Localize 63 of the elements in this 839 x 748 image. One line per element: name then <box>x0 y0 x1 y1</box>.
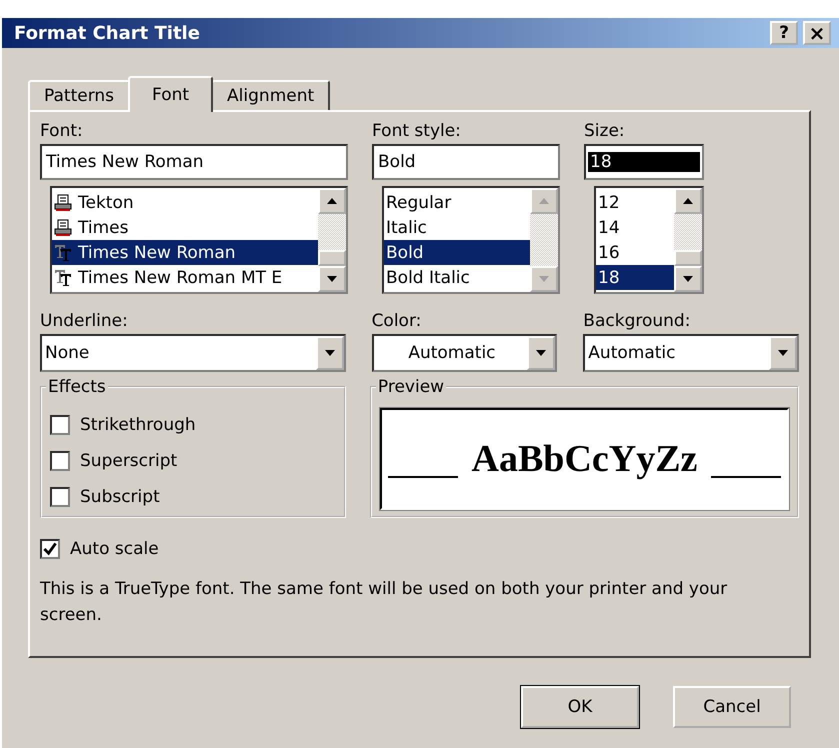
down-arrow-icon <box>539 276 549 282</box>
list-box[interactable]: Tekton Times Times New Roman Times New Roman MT E <box>50 186 348 294</box>
field-label: Underline: <box>40 310 129 332</box>
list-item[interactable]: 14 <box>596 215 674 240</box>
field-label: Background: <box>583 310 692 332</box>
close-button[interactable]: × <box>803 21 831 45</box>
tab[interactable]: Font <box>128 76 214 112</box>
list-item[interactable]: Italic <box>384 215 530 240</box>
preview-sample: AaBbCcYyZz <box>472 437 698 481</box>
scroll-up-button[interactable] <box>318 188 346 214</box>
window-title: Format Chart Title <box>14 22 200 44</box>
checkbox[interactable] <box>50 451 70 471</box>
scrollbar[interactable] <box>674 188 702 292</box>
info-text: This is a TrueType font. The same font will be used on both your printer and your screen. <box>40 578 728 627</box>
dropdown[interactable]: Automatic <box>372 334 558 372</box>
list-item[interactable]: Tekton <box>52 190 318 215</box>
checkbox[interactable] <box>50 487 70 507</box>
truetype-font-icon <box>54 268 72 286</box>
field-label: Font: <box>40 120 84 142</box>
checkbox[interactable] <box>40 539 60 559</box>
checkbox-label[interactable]: Strikethrough <box>80 415 196 435</box>
list-item[interactable]: 18 <box>596 265 674 290</box>
checkbox-label[interactable]: Superscript <box>80 451 178 471</box>
printer-font-icon <box>54 218 72 236</box>
scroll-down-button[interactable] <box>674 266 702 292</box>
printer-font-icon <box>54 194 72 212</box>
down-arrow-icon <box>327 276 337 282</box>
tab[interactable]: Patterns <box>28 80 130 110</box>
dropdown[interactable]: None <box>40 334 346 372</box>
scrollbar[interactable] <box>318 188 346 292</box>
list-item[interactable]: 16 <box>596 240 674 265</box>
ok-button[interactable]: OK <box>521 686 639 728</box>
field-label: Color: <box>372 310 422 332</box>
scroll-down-button[interactable] <box>318 266 346 292</box>
help-button[interactable]: ? <box>770 21 798 45</box>
checkbox-label[interactable]: Auto scale <box>70 539 159 559</box>
up-arrow-icon <box>683 198 693 204</box>
up-arrow-icon <box>539 198 549 204</box>
up-arrow-icon <box>327 198 337 204</box>
truetype-font-icon <box>54 244 72 262</box>
text-field[interactable]: Times New Roman <box>40 144 348 180</box>
list-box[interactable]: 12 14 16 18 <box>594 186 704 294</box>
scroll-thumb[interactable] <box>674 250 702 266</box>
list-item[interactable]: 12 <box>596 190 674 215</box>
list-box[interactable]: Regular Italic Bold Bold Italic <box>382 186 560 294</box>
scroll-up-button[interactable] <box>674 188 702 214</box>
down-arrow-icon <box>683 276 693 282</box>
list-item[interactable]: Times New Roman MT E <box>52 265 318 290</box>
tab[interactable]: Alignment <box>211 80 330 110</box>
field-label: Font style: <box>372 120 462 142</box>
field-label: Size: <box>584 120 626 142</box>
dropdown[interactable]: Automatic <box>583 334 799 372</box>
list-item[interactable]: Bold <box>384 240 530 265</box>
list-item[interactable]: Regular <box>384 190 530 215</box>
cancel-button[interactable]: Cancel <box>673 686 791 728</box>
checkbox-label[interactable]: Subscript <box>80 487 160 507</box>
scroll-thumb[interactable] <box>318 250 346 266</box>
text-field[interactable]: 18 <box>584 144 704 180</box>
checkbox[interactable] <box>50 415 70 435</box>
text-field[interactable]: Bold <box>372 144 560 180</box>
list-item[interactable]: Bold Italic <box>384 265 530 290</box>
list-item[interactable]: Times New Roman <box>52 240 318 265</box>
list-item[interactable]: Times <box>52 215 318 240</box>
